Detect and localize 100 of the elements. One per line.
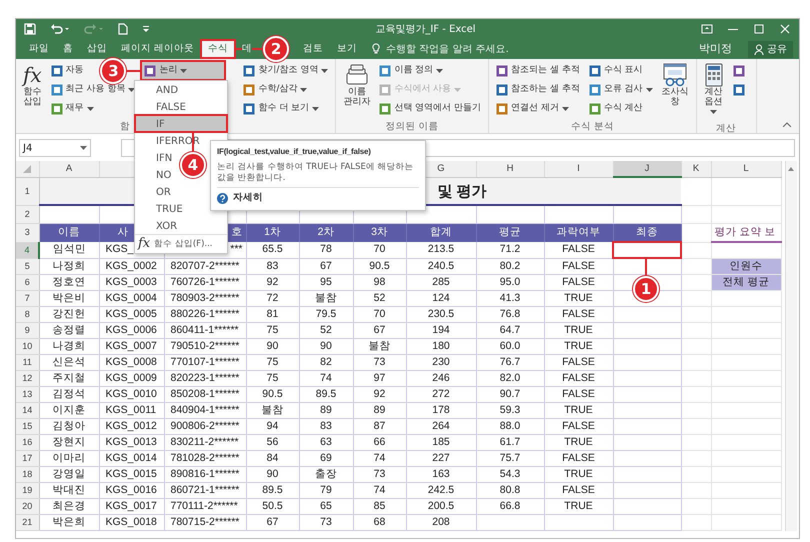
tell-me-field[interactable]: 수행할 작업을 알려 주세요. [384,40,564,58]
row-header[interactable]: 16 [16,434,39,450]
new-document-icon[interactable] [118,23,128,35]
share-button[interactable]: 공유 [748,40,793,58]
row-header[interactable]: 1 [16,177,39,205]
row-header[interactable]: 3 [16,223,39,242]
ribbon-button[interactable]: 참조하는 셀 추적 [493,80,583,99]
table-cell: KGS_0006 [99,322,164,338]
ribbon-button[interactable]: 연결선 제거 [493,99,583,118]
table-cell: 72 [246,290,299,306]
table-cell: TRUE [544,498,613,514]
table-cell: KGS_0004 [99,290,164,306]
ribbon-tab[interactable]: 홈 [56,40,80,58]
table-cell: 124 [406,290,476,306]
ribbon-button[interactable]: 수식 계산 [586,99,656,118]
tile-icon [50,102,63,114]
ribbon-tab[interactable]: 삽입 [80,40,114,58]
row-header[interactable]: 17 [16,450,39,466]
ribbon-button[interactable]: 선택 영역에서 만들기 [376,99,484,118]
row-header[interactable]: 14 [16,402,39,418]
row-header[interactable]: 11 [16,354,39,370]
ribbon-button[interactable]: 찾기/참조 영역 [240,61,332,80]
row-header[interactable]: 2 [16,205,39,223]
table-cell: 88.0 [476,418,544,434]
row-header[interactable]: 18 [16,466,39,482]
table-cell: 75 [246,370,299,386]
ribbon-tab[interactable]: 파일 [22,40,56,58]
insert-function-item[interactable]: fx 함수 삽입(F)... [135,234,227,253]
ribbon-button[interactable]: 계산 옵션 [700,61,727,120]
ribbon-button[interactable]: fx 함수 삽입 [20,61,45,110]
ribbon-button[interactable]: 조사식 창 [658,61,692,110]
row-header[interactable]: 10 [16,338,39,354]
row-header[interactable]: 5 [16,258,39,274]
row-header[interactable]: 6 [16,274,39,290]
ribbon-button[interactable]: 이름 관리자 [340,61,374,110]
more-info-link[interactable]: 자세히 [233,191,263,206]
column-header[interactable]: L [711,161,781,177]
tile-icon [732,64,745,76]
leader-line [235,48,264,50]
table-cell: 185 [406,434,476,450]
lightbulb-icon [372,43,380,55]
ribbon-tab[interactable]: 검토 [296,40,330,58]
column-header[interactable]: A [39,161,99,177]
ribbon-tab[interactable]: 보기 [330,40,364,58]
table-cell: 이지훈 [39,402,99,418]
ribbon-button[interactable]: 수식 표시 [586,61,656,80]
ribbon-button[interactable]: 논리 [141,61,226,80]
customize-icon[interactable] [142,24,150,34]
row-header[interactable]: 12 [16,370,39,386]
table-cell: KGS_0005 [99,306,164,322]
tile-icon [496,84,508,96]
name-box[interactable]: J4 [19,139,91,157]
table-cell: 83 [299,418,353,434]
row-header[interactable]: 19 [16,482,39,498]
row-header[interactable]: 9 [16,322,39,338]
ribbon-button[interactable]: 참조되는 셀 추적 [493,61,583,80]
table-cell: 92 [246,274,299,290]
close-icon[interactable] [779,24,791,34]
ribbon-button[interactable]: 오류 검사 [586,80,656,99]
collapse-ribbon-icon[interactable] [783,122,791,127]
ribbon-button[interactable]: 함수 더 보기 [240,99,332,118]
column-header[interactable]: J [613,161,681,177]
maximize-icon[interactable] [753,24,765,34]
tile-icon [496,64,508,76]
table-cell: 98 [353,274,406,290]
menu-item[interactable]: FALSE [135,98,227,115]
fx-symbol: fx [23,63,42,87]
menu-item[interactable]: IF [135,115,227,132]
table-cell: 71.2 [476,242,544,258]
table-cell: 230 [406,354,476,370]
caret-icon [180,68,188,72]
ribbon-display-icon[interactable] [701,24,713,34]
save-icon[interactable] [24,23,36,35]
row-header[interactable]: 7 [16,290,39,306]
table-cell: 66 [353,434,406,450]
ribbon-button[interactable]: 수학/삼각 [240,80,332,99]
row-header[interactable]: 8 [16,306,39,322]
tile-icon [588,64,601,76]
row-header[interactable]: 4 [16,242,39,258]
column-header[interactable]: H [476,161,544,177]
row-header[interactable]: 13 [16,386,39,402]
row-header[interactable]: 20 [16,498,39,514]
table-cell: 78 [299,242,353,258]
row-header[interactable]: 21 [16,514,39,530]
table-cell: 박대진 [39,482,99,498]
table-cell: FALSE [544,370,613,386]
row-header[interactable]: 15 [16,418,39,434]
table-cell: 820707-2****** [164,258,246,274]
table-cell: TRUE [544,290,613,306]
table-cell: 불참 [299,290,353,306]
table-cell: 신은석 [39,354,99,370]
column-header[interactable]: K [681,161,711,177]
table-cell: KGS_0013 [99,434,164,450]
caret-icon [710,110,718,114]
ribbon-tab[interactable]: 수식 [201,40,236,58]
table-cell: 67 [353,322,406,338]
undo-icon[interactable] [50,23,70,35]
column-header[interactable]: I [544,161,613,177]
ribbon-button[interactable]: 이름 정의 [376,61,484,80]
menu-item[interactable]: AND [135,81,227,98]
